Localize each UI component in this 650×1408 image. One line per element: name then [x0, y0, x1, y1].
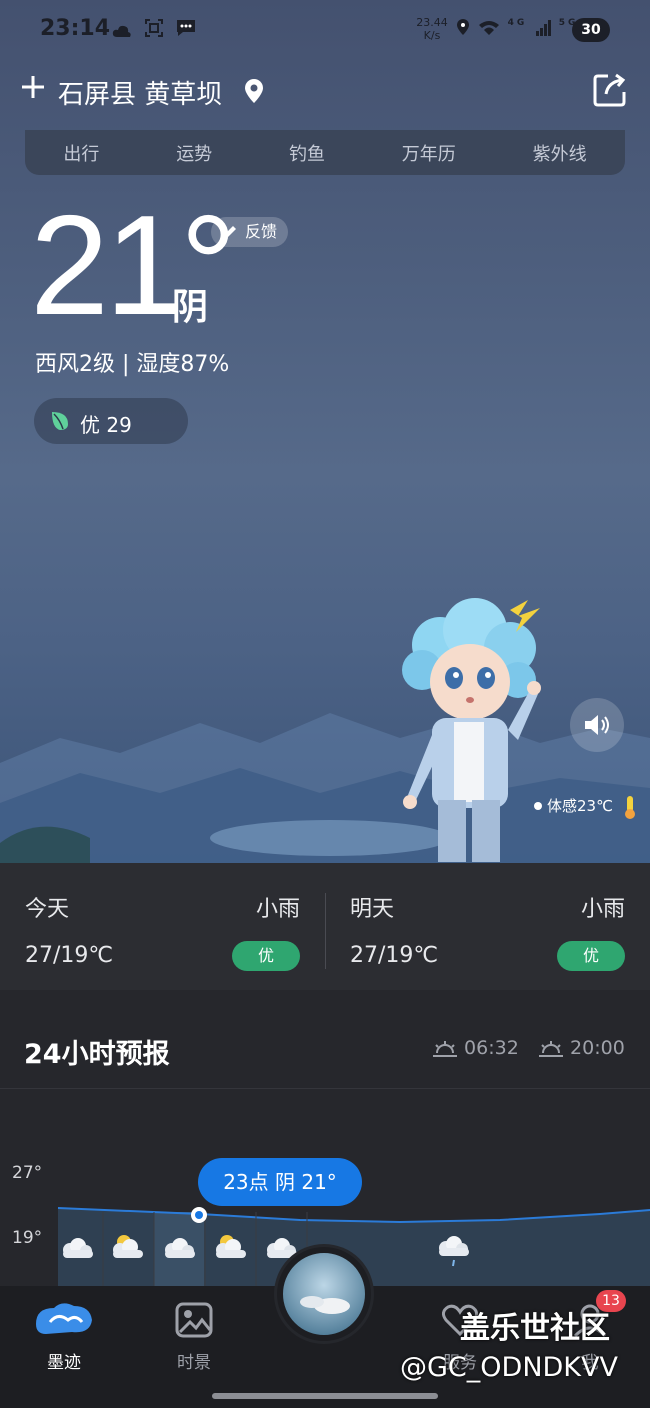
- day-tomorrow[interactable]: 明天 小雨 27/19℃ 优: [325, 863, 650, 990]
- current-condition: 阴: [172, 287, 209, 328]
- thermometer-icon: [625, 796, 635, 819]
- plus-icon: [22, 76, 44, 98]
- net-speed-value: 23.44: [416, 16, 448, 29]
- nav-scenes[interactable]: 时景: [144, 1300, 244, 1373]
- home-indicator[interactable]: [212, 1393, 438, 1399]
- location-title[interactable]: 石屏县 黄草坝: [58, 74, 222, 111]
- tool-uv[interactable]: 紫外线: [533, 140, 587, 166]
- signal-bars-icon: [536, 20, 551, 36]
- day-today[interactable]: 今天 小雨 27/19℃ 优: [0, 863, 325, 990]
- day-aqi-badge: 优: [557, 941, 625, 971]
- sound-button[interactable]: [570, 698, 624, 752]
- tool-fishing[interactable]: 钓鱼: [289, 140, 325, 166]
- image-icon: [175, 1302, 213, 1338]
- weather-character-illustration[interactable]: [390, 590, 550, 865]
- share-icon[interactable]: [592, 72, 628, 108]
- hour-tooltip: 23点 阴 21°: [198, 1158, 362, 1206]
- sunset: 20:00: [538, 1037, 625, 1059]
- wind-humidity: 西风2级 | 湿度87%: [35, 352, 230, 377]
- nav-moji[interactable]: 墨迹: [14, 1300, 114, 1373]
- location-pin-icon: [245, 79, 263, 103]
- signal-1-label: 4G: [507, 18, 528, 28]
- sunrise-icon: [433, 1041, 457, 1057]
- location-status-icon: [457, 19, 469, 35]
- feels-like-dot: [534, 802, 542, 810]
- tool-strip: 出行 运势 钓鱼 万年历 紫外线: [25, 130, 625, 175]
- tool-fortune[interactable]: 运势: [176, 140, 212, 166]
- top-bar: 石屏县 黄草坝: [0, 60, 650, 130]
- center-scene-button[interactable]: [274, 1244, 374, 1344]
- day-condition: 小雨: [255, 897, 300, 922]
- add-city-button[interactable]: [20, 72, 46, 106]
- y-axis-min: 19°: [12, 1228, 43, 1248]
- day-name: 今天: [25, 897, 70, 922]
- day-condition: 小雨: [580, 897, 625, 922]
- speaker-icon: [585, 715, 609, 735]
- watermark-handle: @GC_ODNDKVV: [400, 1352, 618, 1383]
- sunrise: 06:32: [432, 1037, 519, 1059]
- sunset-time: 20:00: [570, 1037, 625, 1059]
- net-speed-unit: K/s: [423, 29, 441, 42]
- feedback-label: 反馈: [245, 222, 278, 241]
- y-axis-max: 27°: [12, 1163, 43, 1183]
- aqi-chip[interactable]: 优 29: [34, 398, 188, 444]
- tool-calendar[interactable]: 万年历: [402, 140, 456, 166]
- sky-thumbnail: [277, 1247, 371, 1341]
- forecast-divider: [0, 1088, 650, 1089]
- watermark-community: 盖乐世社区: [460, 1311, 610, 1346]
- forecast-title: 24小时预报: [24, 1039, 170, 1070]
- moji-logo-icon: [36, 1303, 92, 1334]
- battery-indicator: 30: [572, 18, 610, 42]
- scan-icon: [144, 19, 163, 37]
- nav-label: 时景: [177, 1353, 211, 1373]
- sunset-icon: [539, 1041, 563, 1057]
- nav-label: 墨迹: [47, 1353, 81, 1373]
- sunrise-time: 06:32: [464, 1037, 519, 1059]
- leaf-icon: [52, 412, 68, 430]
- day-divider: [325, 893, 326, 969]
- network-speed: 23.44 K/s: [414, 16, 450, 42]
- aqi-value: 优 29: [80, 413, 132, 437]
- cloud-icon: [112, 25, 131, 37]
- day-aqi-badge: 优: [232, 941, 300, 971]
- status-bar: 23:14 23.44 K/s 4G 5G 30: [0, 0, 650, 60]
- day-name: 明天: [350, 897, 395, 922]
- day-temp-range: 27/19℃: [25, 943, 114, 968]
- feedback-button[interactable]: 反馈: [211, 217, 288, 247]
- tool-travel[interactable]: 出行: [63, 140, 99, 166]
- feels-like: 体感23℃: [547, 797, 613, 815]
- wifi-icon: [478, 21, 499, 35]
- message-icon: [177, 20, 196, 36]
- pencil-icon: [221, 217, 239, 251]
- mountain-background: [0, 713, 650, 863]
- status-time: 23:14: [40, 16, 111, 41]
- day-temp-range: 27/19℃: [350, 943, 439, 968]
- status-notification-icons: [112, 18, 197, 43]
